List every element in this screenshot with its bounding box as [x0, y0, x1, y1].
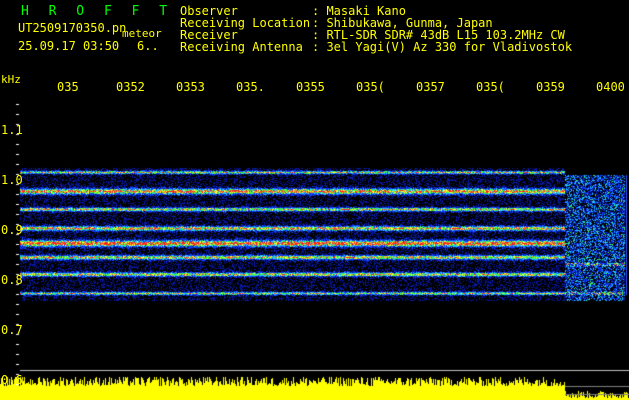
date-time: 25.09.17 03:50 — [18, 39, 120, 53]
time-tick: 035( — [476, 80, 505, 94]
time-tick: 035( — [356, 80, 385, 94]
time-tick: 0359 — [536, 80, 565, 94]
time-tick: 0357 — [416, 80, 445, 94]
time-tick: 0400 — [596, 80, 625, 94]
hrofft-window: H R O F F T UT2509170350.pn meteor 25.09… — [0, 0, 629, 400]
freq-tick: 1.0 — [1, 173, 23, 187]
freq-tick: 0.6 — [1, 373, 23, 387]
value-antenna: : 3el Yagi(V) Az 330 for Vladivostok — [312, 40, 573, 54]
time-tick: 0352 — [116, 80, 145, 94]
freq-tick: 1.1 — [1, 123, 23, 137]
freq-tick: 0.9 — [1, 223, 23, 237]
file-name: UT2509170350.pn — [18, 21, 127, 35]
time-tick: 0355 — [296, 80, 325, 94]
app-title: H R O F F T — [21, 4, 174, 19]
time-tick: 035 — [57, 80, 79, 94]
time-tick: 0353 — [176, 80, 205, 94]
field-extra: 6.. — [137, 39, 159, 53]
freq-tick: 0.7 — [1, 323, 23, 337]
time-tick: 035. — [236, 80, 265, 94]
axis-unit: kHz — [1, 73, 21, 86]
spectrogram-canvas — [0, 0, 629, 400]
label-antenna: Receiving Antenna — [180, 40, 303, 54]
freq-tick: 0.8 — [1, 273, 23, 287]
